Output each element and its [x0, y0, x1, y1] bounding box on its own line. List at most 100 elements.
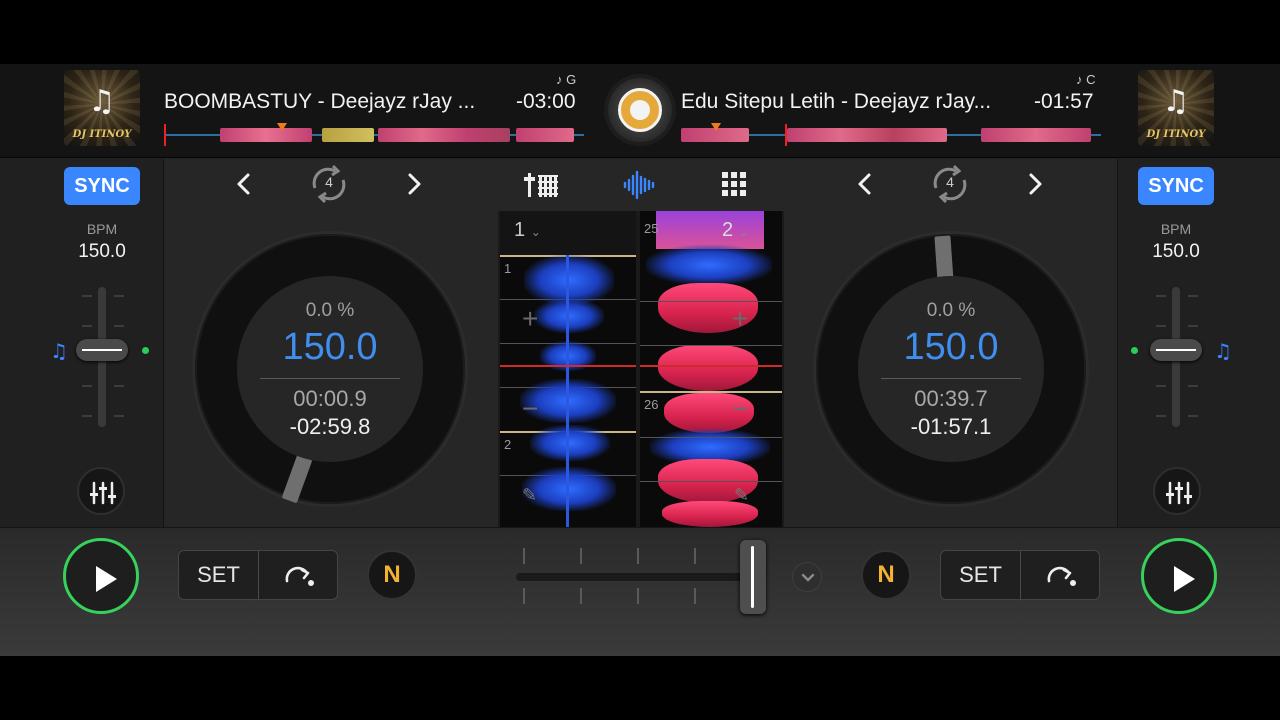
- center-tabs: [498, 159, 784, 211]
- deck-b-keylock-icon[interactable]: ♫: [1214, 339, 1232, 363]
- deck-b-jog-divider: [881, 378, 1021, 379]
- deck-b-cue-group: SET: [940, 550, 1100, 600]
- deck-b-waveform-selector[interactable]: 2 ⌄: [722, 219, 749, 242]
- transport-bar: SET N N SET: [0, 527, 1280, 656]
- deck-b-overview-waveform[interactable]: [681, 123, 1101, 146]
- deck-b-loop-button[interactable]: 4: [926, 162, 974, 206]
- crossfader-thumb[interactable]: [740, 540, 766, 614]
- deck-a-elapsed-time: 00:00.9: [293, 386, 367, 411]
- deck-a-pitch-slider-thumb[interactable]: [76, 339, 128, 361]
- deck-b-loop-size: 4: [946, 174, 954, 190]
- pads-grid-tab-icon[interactable]: [714, 167, 754, 203]
- deck-b-remaining-time: -01:57.1: [910, 414, 992, 439]
- deck-a-bpm-label: BPM: [86, 221, 118, 237]
- app-logo-button[interactable]: [608, 78, 672, 142]
- deck-a-overview-playhead: [164, 124, 166, 146]
- waveform-panel: 1 ⌄ 1 2 + − ✎ 25 26 2 ⌄ + − ✎: [498, 159, 784, 527]
- deck-b-loop-prev-chevron-left-icon[interactable]: [848, 167, 882, 201]
- deck-b-beat-number: 25: [644, 221, 659, 236]
- deck-b-loop-next-chevron-right-icon[interactable]: [1018, 167, 1052, 201]
- dj-app: ♫ DJ ITINOY BOOMBASTUY - Deejayz rJay ..…: [0, 64, 1280, 656]
- deck-b-overview-playhead: [785, 124, 787, 146]
- deck-b: 4 0.0 % 150.0 00:39.7 -01:57.1: [784, 159, 1117, 527]
- chevron-down-icon: [801, 573, 815, 582]
- deck-a-scrolling-waveform[interactable]: 1 ⌄ 1 2 + − ✎: [500, 211, 636, 527]
- deck-a-beat-number: 2: [504, 437, 512, 452]
- deck-b-sync-button[interactable]: SYNC: [1138, 167, 1214, 205]
- top-bar: ♫ DJ ITINOY BOOMBASTUY - Deejayz rJay ..…: [0, 64, 1280, 158]
- deck-a-loop-next-chevron-right-icon[interactable]: [397, 167, 431, 201]
- deck-a: 4 0.0 % 150.0 00:00.9 -02:59.8: [165, 159, 498, 527]
- deck-b-neural-mix-button[interactable]: N: [861, 550, 911, 600]
- deck-a-loop-prev-chevron-left-icon[interactable]: [227, 167, 261, 201]
- deck-b-beat-number: 26: [644, 397, 659, 412]
- deck-b-waveform-playhead: [640, 365, 782, 367]
- play-icon: [1174, 566, 1195, 592]
- deck-a-edit-pencil-icon[interactable]: ✎: [522, 485, 537, 506]
- sliders-icon: [1166, 481, 1192, 505]
- deck-b-cue-marker: [711, 123, 721, 131]
- deck-a-sync-button[interactable]: SYNC: [64, 167, 140, 205]
- deck-b-zoom-out-minus-icon[interactable]: −: [732, 393, 748, 425]
- deck-b-album-art[interactable]: ♫ DJ ITINOY: [1138, 70, 1214, 146]
- deck-a-jog-divider: [260, 378, 400, 379]
- deck-a-waveform-selector[interactable]: 1 ⌄: [514, 219, 541, 242]
- deck-a-keylock-icon[interactable]: ♫: [50, 339, 68, 363]
- deck-a-pitch-percent: 0.0 %: [305, 300, 355, 321]
- deck-b-time-remaining: -01:57: [1034, 90, 1094, 113]
- play-icon: [96, 566, 117, 592]
- deck-b-bpm-label: BPM: [1160, 221, 1192, 237]
- deck-a-cue-group: SET: [178, 550, 338, 600]
- deck-b-elapsed-time: 00:39.7: [914, 386, 988, 411]
- deck-a-remaining-time: -02:59.8: [289, 414, 371, 439]
- art-logo-text: DJ ITINOY: [72, 129, 132, 140]
- deck-a-bpm-value: 150.0: [78, 241, 126, 262]
- deck-b-eq-button[interactable]: [1153, 467, 1201, 515]
- deck-b-jump-cue-button[interactable]: [1021, 551, 1099, 599]
- deck-b-pitch-center-indicator: [1131, 347, 1138, 354]
- deck-b-edit-pencil-icon[interactable]: ✎: [734, 485, 749, 506]
- deck-b-jog-wheel[interactable]: 0.0 % 150.0 00:39.7 -01:57.1: [816, 234, 1086, 504]
- crossfader-track[interactable]: [516, 573, 766, 581]
- deck-a-zoom-in-plus-icon[interactable]: +: [522, 303, 538, 335]
- deck-a-key: ♪ G: [556, 72, 577, 87]
- deck-b-scrolling-waveform[interactable]: 25 26 2 ⌄ + − ✎: [640, 211, 782, 527]
- deck-b-track-title[interactable]: Edu Sitepu Letih - Deejayz rJay...: [681, 90, 991, 114]
- deck-a-album-art[interactable]: ♫ DJ ITINOY: [64, 70, 140, 146]
- deck-a-eq-button[interactable]: [77, 467, 125, 515]
- deck-a-overview-waveform[interactable]: [164, 123, 584, 146]
- deck-a-zoom-out-minus-icon[interactable]: −: [522, 393, 538, 425]
- deck-b-set-cue-button[interactable]: SET: [941, 551, 1021, 599]
- deck-a-set-cue-button[interactable]: SET: [179, 551, 259, 599]
- deck-b-play-button[interactable]: [1141, 538, 1217, 614]
- deck-b-pitch-percent: 0.0 %: [926, 300, 976, 321]
- deck-a-track-title[interactable]: BOOMBASTUY - Deejayz rJay ...: [164, 90, 475, 114]
- deck-a-beat-number: 1: [504, 261, 512, 276]
- deck-b-bpm-value: 150.0: [1152, 241, 1200, 262]
- deck-a-jump-cue-button[interactable]: [259, 551, 337, 599]
- deck-b-bpm-display: 150.0: [903, 326, 999, 368]
- deck-b-key: ♪ C: [1076, 72, 1096, 87]
- deck-a-waveform-playhead: [500, 365, 636, 367]
- deck-b-zoom-in-plus-icon[interactable]: +: [732, 303, 748, 335]
- sliders-icon: [90, 481, 116, 505]
- deck-a-play-button[interactable]: [63, 538, 139, 614]
- crossfader-options-button[interactable]: [792, 562, 822, 592]
- art-logo-text: DJ ITINOY: [1146, 129, 1206, 140]
- deck-a-cue-marker: [277, 123, 287, 131]
- neural-mix-n-icon: N: [877, 561, 895, 588]
- deck-a-jog-position-marker: [281, 454, 313, 504]
- deck-a-loop-button[interactable]: 4: [305, 162, 353, 206]
- jump-arrow-icon: [1047, 566, 1076, 586]
- deck-a-time-remaining: -03:00: [516, 90, 576, 113]
- art-note-icon: ♫: [88, 84, 116, 119]
- deck-b-side-column: SYNC BPM 150.0 ♫: [1117, 159, 1280, 527]
- deck-a-bpm-display: 150.0: [282, 326, 378, 368]
- waveform-tab-icon[interactable]: [620, 167, 660, 203]
- mixer-tab-icon[interactable]: [522, 167, 562, 203]
- deck-a-neural-mix-button[interactable]: N: [367, 550, 417, 600]
- deck-a-jog-wheel[interactable]: 0.0 % 150.0 00:00.9 -02:59.8: [195, 234, 465, 504]
- deck-a-pitch-center-indicator: [142, 347, 149, 354]
- crossfader[interactable]: [516, 538, 772, 614]
- deck-b-pitch-slider-thumb[interactable]: [1150, 339, 1202, 361]
